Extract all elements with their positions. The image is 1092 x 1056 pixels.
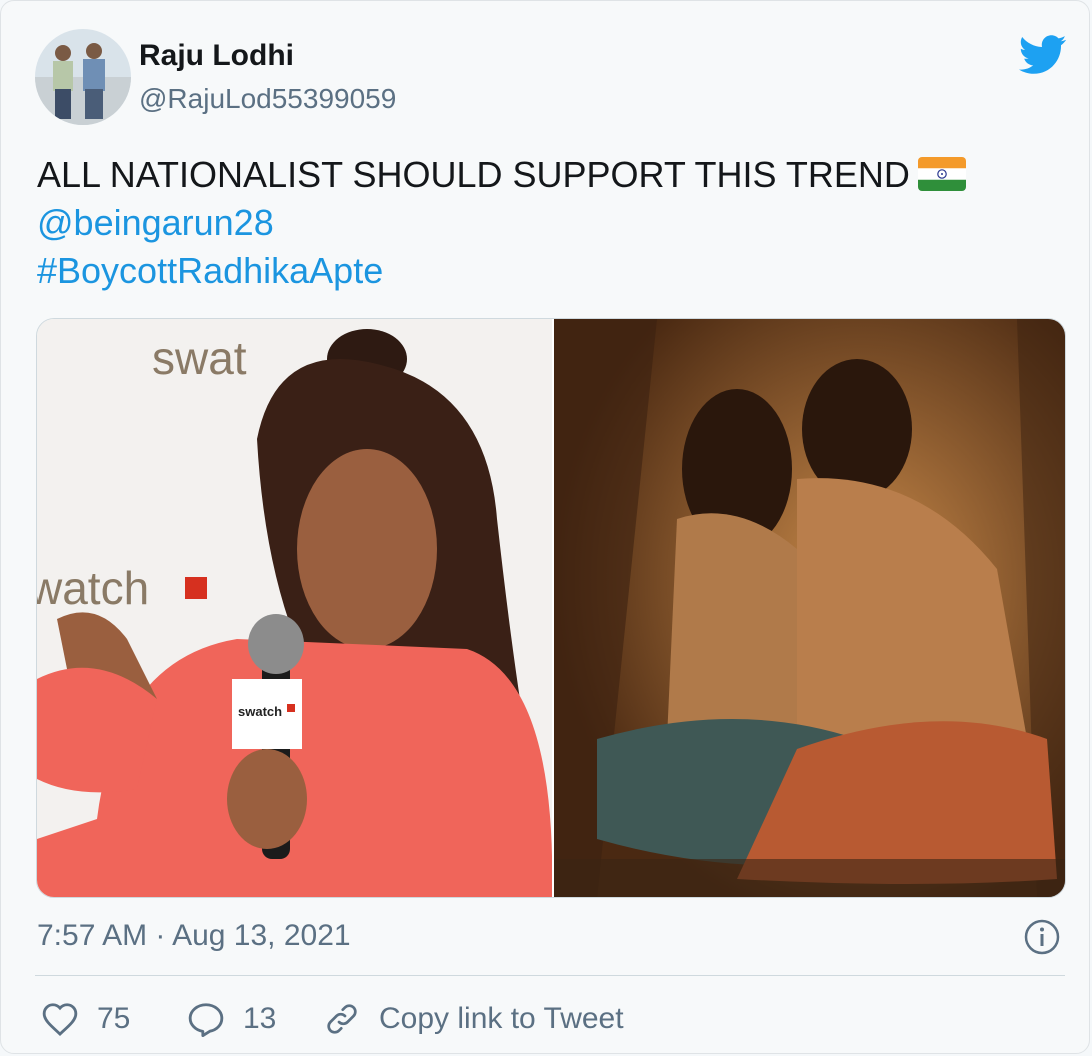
divider xyxy=(35,975,1065,976)
tweet-text-line: ALL NATIONALIST SHOULD SUPPORT THIS TREN… xyxy=(37,151,1047,199)
heart-icon xyxy=(42,1003,78,1036)
reply-count: 13 xyxy=(243,1002,277,1035)
link-icon xyxy=(327,1004,357,1034)
tweet-text: ALL NATIONALIST SHOULD SUPPORT THIS TREN… xyxy=(37,151,1047,295)
tweet-body-text: ALL NATIONALIST SHOULD SUPPORT THIS TREN… xyxy=(37,154,910,195)
copy-link-label: Copy link to Tweet xyxy=(379,1002,624,1035)
like-count: 75 xyxy=(97,1002,131,1035)
mention-link[interactable]: @beingarun28 xyxy=(37,199,1047,247)
like-button[interactable]: 75 xyxy=(41,999,130,1039)
tweet-card[interactable]: Raju Lodhi @RajuLod55399059 ALL NATIONAL… xyxy=(0,0,1090,1054)
tweet-timestamp[interactable]: 7:57 AM · Aug 13, 2021 xyxy=(37,919,351,953)
reply-icon xyxy=(188,1003,224,1037)
mic-label: swatch xyxy=(238,704,282,719)
author-handle[interactable]: @RajuLod55399059 xyxy=(139,83,396,115)
right-photo xyxy=(554,319,1065,897)
reply-button[interactable]: 13 xyxy=(187,999,276,1039)
copy-link-button[interactable]: Copy link to Tweet xyxy=(323,999,624,1039)
left-photo: swat watch s swatch xyxy=(37,319,553,897)
sign-text-2: watch xyxy=(37,562,149,614)
avatar[interactable] xyxy=(35,29,131,125)
tweet-media[interactable]: swat watch s swatch xyxy=(36,318,1066,898)
hashtag-link[interactable]: #BoycottRadhikaApte xyxy=(37,247,1047,295)
sign-text-1: swat xyxy=(152,332,247,384)
info-icon[interactable] xyxy=(1024,919,1060,955)
india-flag-icon xyxy=(917,155,966,191)
twitter-bird-icon[interactable] xyxy=(1018,35,1067,75)
author-name[interactable]: Raju Lodhi xyxy=(139,39,294,73)
